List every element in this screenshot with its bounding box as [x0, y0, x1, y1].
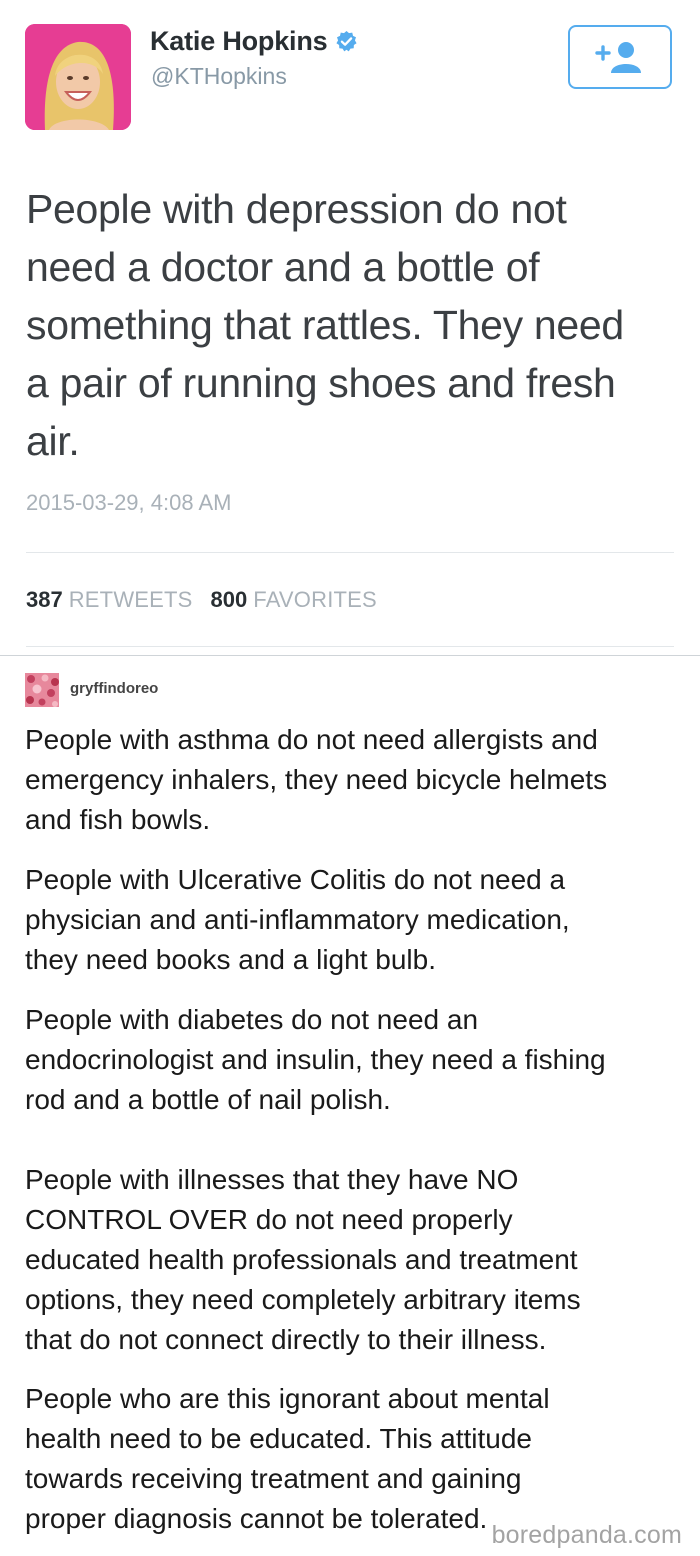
favorites-count: 800 — [210, 587, 248, 612]
reply-paragraph: People who are this ignorant about menta… — [25, 1379, 690, 1539]
reply-line: towards receiving treatment and gaining — [25, 1463, 522, 1494]
reply-line: CONTROL OVER do not need properly — [25, 1204, 513, 1235]
retweets-count: 387 — [26, 587, 63, 612]
reply-line: People with Ulcerative Colitis do not ne… — [25, 864, 566, 895]
follow-button[interactable] — [568, 25, 672, 89]
reply-paragraph: People with Ulcerative Colitis do not ne… — [25, 860, 690, 980]
retweets-stat[interactable]: 387 RETWEETS — [26, 587, 193, 613]
avatar-pattern — [25, 673, 59, 707]
verified-badge-icon — [336, 30, 357, 52]
reply-line: options, they need completely arbitrary … — [25, 1284, 581, 1315]
avatar[interactable] — [25, 24, 131, 130]
reply-line: People with diabetes do not need an — [25, 1004, 479, 1035]
display-name[interactable]: Katie Hopkins — [150, 26, 328, 57]
divider — [26, 552, 674, 553]
tweet-card: Katie Hopkins @KTHopkins People with dep… — [0, 0, 700, 652]
author-name-row: Katie Hopkins — [150, 26, 358, 57]
reply-line: People who are this ignorant about menta… — [25, 1383, 550, 1414]
reply-line: and fish bowls. — [25, 804, 211, 835]
reply-line: health need to be educated. This attitud… — [25, 1423, 532, 1454]
tweet-text-line: air. — [26, 418, 80, 464]
tweet-stats: 387 RETWEETS 800 FAVORITES — [26, 587, 395, 613]
reply-line: that do not connect directly to their il… — [25, 1324, 547, 1355]
tweet-text-line: something that rattles. They need — [26, 302, 624, 348]
favorites-label: FAVORITES — [253, 587, 377, 612]
reply-line: People with illnesses that they have NO — [25, 1164, 519, 1195]
tweet-text: People with depression do not need a doc… — [26, 180, 676, 470]
reply-line: physician and anti-inflammatory medicati… — [25, 904, 570, 935]
add-user-icon — [595, 42, 641, 73]
reply-line: endocrinologist and insulin, they need a… — [25, 1044, 606, 1075]
reply-line: rod and a bottle of nail polish. — [25, 1084, 391, 1115]
tweet-timestamp[interactable]: 2015-03-29, 4:08 AM — [26, 490, 231, 516]
retweets-label: RETWEETS — [68, 587, 193, 612]
user-handle[interactable]: @KTHopkins — [151, 63, 287, 90]
favorites-stat[interactable]: 800 FAVORITES — [211, 587, 377, 613]
tweet-text-line: People with depression do not — [26, 186, 567, 232]
avatar-portrait — [25, 24, 131, 130]
reply-line: People with asthma do not need allergist… — [25, 724, 598, 755]
reply-line: emergency inhalers, they need bicycle he… — [25, 764, 608, 795]
tweet-text-line: need a doctor and a bottle of — [26, 244, 540, 290]
reply-paragraph: People with illnesses that they have NO … — [25, 1160, 690, 1360]
reply-paragraph: People with diabetes do not need an endo… — [25, 1000, 690, 1120]
post-separator — [0, 655, 700, 656]
divider — [26, 646, 674, 647]
avatar[interactable] — [25, 673, 59, 707]
reply-line: they need books and a light bulb. — [25, 944, 436, 975]
reply-line: educated health professionals and treatm… — [25, 1244, 578, 1275]
tweet-text-line: a pair of running shoes and fresh — [26, 360, 616, 406]
site-watermark: boredpanda.com — [489, 1521, 684, 1550]
reblog-username[interactable]: gryffindoreo — [70, 680, 158, 697]
reply-paragraph: People with asthma do not need allergist… — [25, 720, 690, 840]
